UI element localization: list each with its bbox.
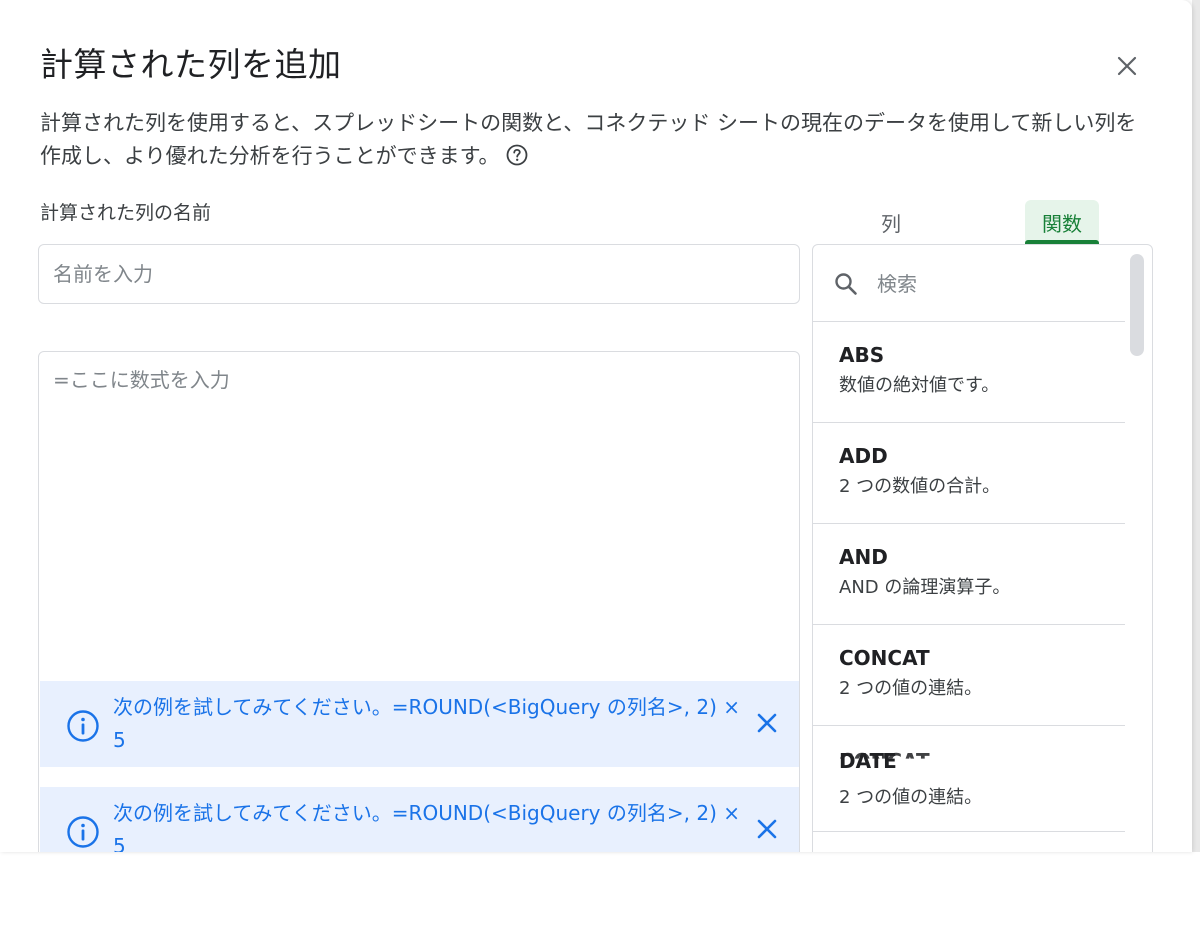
info-icon xyxy=(67,710,99,742)
functions-scrollbar[interactable] xyxy=(1130,254,1144,356)
info-icon xyxy=(67,816,99,848)
help-icon xyxy=(507,144,528,166)
function-search-input[interactable] xyxy=(875,265,1109,303)
tab-functions[interactable]: 関数 xyxy=(1025,200,1099,244)
formula-input[interactable] xyxy=(53,364,783,664)
formula-editor[interactable] xyxy=(38,351,800,852)
dialog-description: 計算された列を使用すると、スプレッドシートの関数と、コネクテッド シートの現在の… xyxy=(40,107,1150,173)
functions-panel: ABS 数値の絶対値です。 ADD 2 つの数値の合計。 AND AND の論理… xyxy=(812,244,1153,852)
function-item-date[interactable]: CONCAT DATE 2 つの値の連結。 xyxy=(813,726,1125,832)
column-name-input[interactable] xyxy=(38,244,800,304)
example-hint-banner: 次の例を試してみてください。=ROUND(<BigQuery の列名>, 2) … xyxy=(40,681,799,767)
function-description: 数値の絶対値です。 xyxy=(839,375,1000,396)
column-name-label: 計算された列の名前 xyxy=(40,202,212,224)
function-item-concat[interactable]: CONCAT 2 つの値の連結。 xyxy=(813,625,1125,726)
close-icon xyxy=(1117,56,1137,76)
function-search xyxy=(813,245,1125,322)
function-item-abs[interactable]: ABS 数値の絶対値です。 xyxy=(813,322,1125,423)
function-name: ADD xyxy=(839,444,888,468)
close-icon xyxy=(757,713,777,733)
background-sheet-edge xyxy=(1192,0,1200,852)
search-icon xyxy=(835,273,857,295)
function-description: AND の論理演算子。 xyxy=(839,577,1011,598)
add-calculated-column-dialog: 計算された列を追加 計算された列を使用すると、スプレッドシートの関数と、コネクテ… xyxy=(0,0,1192,852)
hint-text: 次の例を試してみてください。=ROUND(<BigQuery の列名>, 2) … xyxy=(113,801,740,852)
example-hint-banner: 次の例を試してみてください。=ROUND(<BigQuery の列名>, 2) … xyxy=(40,787,799,852)
tab-columns[interactable]: 列 xyxy=(862,200,920,244)
hint-dismiss-button[interactable] xyxy=(749,811,785,847)
function-item-add[interactable]: ADD 2 つの数値の合計。 xyxy=(813,423,1125,524)
function-name: ABS xyxy=(839,343,885,367)
close-button[interactable] xyxy=(1105,44,1149,88)
function-name: AND xyxy=(839,545,888,569)
function-name: CONCAT xyxy=(839,646,930,670)
close-icon xyxy=(757,819,777,839)
help-button[interactable] xyxy=(505,143,529,167)
function-description: 2 つの数値の合計。 xyxy=(839,476,1001,497)
dialog-title: 計算された列を追加 xyxy=(40,45,342,84)
function-description: 2 つの値の連結。 xyxy=(839,678,983,699)
function-description: 2 つの値の連結。 xyxy=(839,787,983,808)
function-name: DATE xyxy=(839,749,897,773)
hint-dismiss-button[interactable] xyxy=(749,705,785,741)
description-text: 計算された列を使用すると、スプレッドシートの関数と、コネクテッド シートの現在の… xyxy=(40,111,1137,168)
function-item-and[interactable]: AND AND の論理演算子。 xyxy=(813,524,1125,625)
hint-text: 次の例を試してみてください。=ROUND(<BigQuery の列名>, 2) … xyxy=(113,695,740,752)
